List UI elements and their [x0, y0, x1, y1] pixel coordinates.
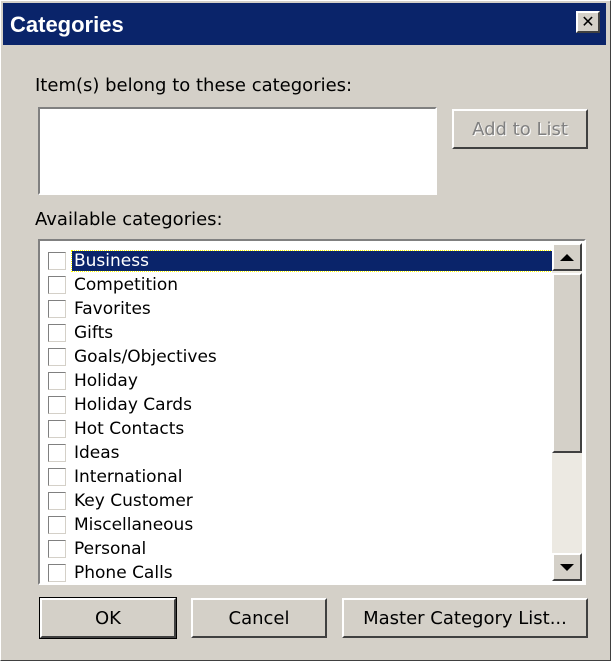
category-label: Hot Contacts [74, 419, 185, 439]
assigned-categories-field[interactable] [38, 107, 437, 195]
category-label: Gifts [74, 323, 114, 343]
category-label: Miscellaneous [74, 515, 194, 535]
checkbox-icon[interactable] [48, 516, 66, 534]
category-label: Personal [74, 539, 147, 559]
category-row[interactable]: Gifts [42, 321, 554, 345]
list-scrollbar[interactable] [552, 243, 582, 581]
checkbox-icon[interactable] [48, 468, 66, 486]
category-row[interactable]: Holiday [42, 369, 554, 393]
category-label: Phone Calls [74, 563, 173, 583]
assigned-categories-label: Item(s) belong to these categories: [35, 75, 353, 96]
category-label: Holiday Cards [74, 395, 192, 415]
checkbox-icon[interactable] [48, 492, 66, 510]
arrow-up-icon [560, 253, 574, 261]
checkbox-icon[interactable] [48, 372, 66, 390]
category-row[interactable]: Goals/Objectives [42, 345, 554, 369]
checkbox-icon[interactable] [48, 444, 66, 462]
category-label: Holiday [74, 371, 138, 391]
category-label: Ideas [74, 443, 120, 463]
categories-dialog: Categories ✕ Item(s) belong to these cat… [0, 0, 611, 661]
checkbox-icon[interactable] [48, 396, 66, 414]
ok-button[interactable]: OK [39, 597, 177, 639]
arrow-down-icon [560, 563, 574, 571]
category-row[interactable]: Key Customer [42, 489, 554, 513]
available-categories-list[interactable]: Business Competition Favorites Gifts Goals/O… [38, 239, 586, 585]
category-row[interactable]: Holiday Cards [42, 393, 554, 417]
category-row[interactable]: Business [42, 249, 555, 273]
checkbox-icon[interactable] [48, 420, 66, 438]
category-label: International [74, 467, 183, 487]
window-title: Categories [10, 12, 124, 37]
scroll-down-button[interactable] [552, 553, 582, 581]
checkbox-icon[interactable] [48, 276, 66, 294]
available-categories-label: Available categories: [35, 209, 223, 230]
scroll-up-button[interactable] [552, 243, 582, 271]
checkbox-icon[interactable] [48, 348, 66, 366]
category-label: Favorites [74, 299, 151, 319]
checkbox-icon[interactable] [48, 564, 66, 582]
category-label: Competition [74, 275, 179, 295]
add-to-list-button[interactable]: Add to List [452, 109, 588, 149]
close-button[interactable]: ✕ [576, 11, 600, 33]
category-rows: Business Competition Favorites Gifts Goals/O… [42, 249, 555, 583]
checkbox-icon[interactable] [48, 300, 66, 318]
category-row[interactable]: Personal [42, 537, 554, 561]
category-row[interactable]: Ideas [42, 441, 554, 465]
checkbox-icon[interactable] [48, 324, 66, 342]
category-row[interactable]: Miscellaneous [42, 513, 554, 537]
category-row[interactable]: Competition [42, 273, 554, 297]
checkbox-icon[interactable] [48, 252, 66, 270]
category-label: Key Customer [74, 491, 193, 511]
category-row[interactable]: Hot Contacts [42, 417, 554, 441]
close-icon: ✕ [581, 12, 595, 31]
master-category-list-button[interactable]: Master Category List... [342, 598, 588, 638]
scroll-thumb[interactable] [552, 273, 582, 453]
title-bar[interactable]: Categories ✕ [3, 3, 606, 45]
category-label: Business [71, 250, 555, 272]
cancel-button[interactable]: Cancel [191, 598, 327, 638]
category-row[interactable]: Phone Calls [42, 561, 554, 583]
checkbox-icon[interactable] [48, 540, 66, 558]
category-row[interactable]: Favorites [42, 297, 554, 321]
category-label: Goals/Objectives [74, 347, 217, 367]
category-row[interactable]: International [42, 465, 554, 489]
